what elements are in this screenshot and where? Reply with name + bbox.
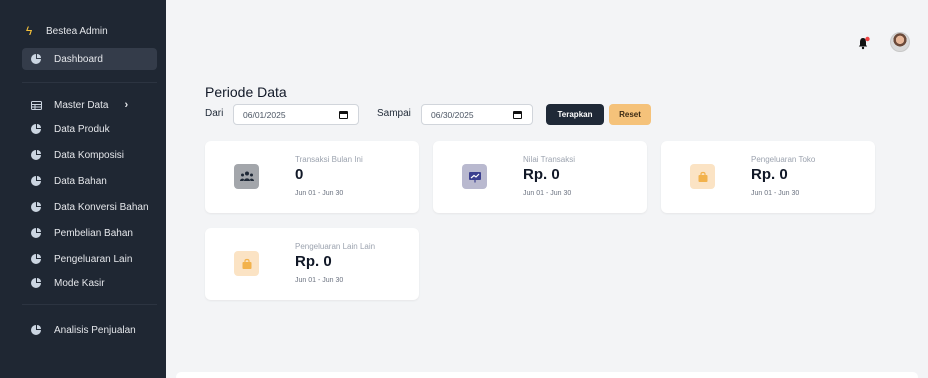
sidebar-item-master-data[interactable]: Master Data › bbox=[22, 94, 157, 116]
stat-card-transaction-value: Nilai Transaksi Rp. 0 Jun 01 - Jun 30 bbox=[433, 141, 647, 213]
bottom-panel bbox=[176, 372, 918, 378]
card-title: Pengeluaran Toko bbox=[751, 155, 816, 164]
card-title: Pengeluaran Lain Lain bbox=[295, 242, 376, 251]
pie-chart-icon bbox=[28, 254, 44, 264]
pie-chart-icon bbox=[28, 202, 44, 212]
sidebar-item-label: Master Data bbox=[54, 99, 109, 111]
card-range: Jun 01 - Jun 30 bbox=[523, 190, 572, 197]
sidebar-item-label: Dashboard bbox=[54, 53, 103, 65]
sidebar-item-dashboard[interactable]: Dashboard bbox=[22, 48, 157, 70]
sidebar-divider bbox=[22, 82, 157, 83]
sidebar-item-label: Pembelian Bahan bbox=[54, 227, 133, 239]
sidebar-item-label: Mode Kasir bbox=[54, 277, 105, 289]
to-date-value: 06/30/2025 bbox=[431, 109, 474, 120]
sidebar-item-label: Data Konversi Bahan bbox=[54, 201, 149, 213]
sidebar-item-label: Data Produk bbox=[54, 123, 110, 135]
lightning-icon: ϟ bbox=[25, 24, 33, 38]
to-date-input[interactable]: 06/30/2025 bbox=[421, 104, 533, 125]
stat-card-store-expenses: Pengeluaran Toko Rp. 0 Jun 01 - Jun 30 bbox=[661, 141, 875, 213]
sidebar-item-pembelian-bahan[interactable]: Pembelian Bahan bbox=[22, 222, 157, 244]
page-title: Periode Data bbox=[205, 84, 287, 100]
sidebar-item-label: Data Komposisi bbox=[54, 149, 125, 161]
sidebar-item-pengeluaran-lain[interactable]: Pengeluaran Lain bbox=[22, 248, 157, 270]
sidebar-item-label: Analisis Penjualan bbox=[54, 324, 136, 336]
chevron-right-icon: › bbox=[124, 99, 129, 111]
sidebar-item-data-bahan[interactable]: Data Bahan bbox=[22, 170, 157, 192]
pie-chart-icon bbox=[28, 150, 44, 160]
card-value: 0 bbox=[295, 166, 304, 183]
avatar[interactable] bbox=[890, 32, 910, 52]
from-label: Dari bbox=[205, 108, 224, 119]
table-icon bbox=[28, 100, 44, 110]
sidebar-item-data-produk[interactable]: Data Produk bbox=[22, 118, 157, 140]
sidebar-item-label: Pengeluaran Lain bbox=[54, 253, 133, 265]
brand[interactable]: ϟ Bestea Admin bbox=[22, 22, 108, 40]
card-title: Nilai Transaksi bbox=[523, 155, 576, 164]
shopping-bag-icon bbox=[690, 164, 715, 189]
pie-chart-icon bbox=[28, 124, 44, 134]
pie-chart-icon bbox=[28, 278, 44, 288]
sidebar-item-data-konversi-bahan[interactable]: Data Konversi Bahan bbox=[22, 196, 157, 218]
pie-chart-icon bbox=[28, 228, 44, 238]
chart-board-icon bbox=[462, 164, 487, 189]
card-range: Jun 01 - Jun 30 bbox=[751, 190, 800, 197]
pie-chart-icon bbox=[28, 54, 44, 64]
from-date-input[interactable]: 06/01/2025 bbox=[233, 104, 359, 125]
card-title: Transaksi Bulan Ini bbox=[295, 155, 363, 164]
shopping-bag-icon bbox=[234, 251, 259, 276]
card-range: Jun 01 - Jun 30 bbox=[295, 277, 344, 284]
card-value: Rp. 0 bbox=[751, 166, 788, 183]
sidebar-item-mode-kasir[interactable]: Mode Kasir bbox=[22, 272, 157, 294]
card-value: Rp. 0 bbox=[523, 166, 560, 183]
apply-button[interactable]: Terapkan bbox=[546, 104, 604, 125]
pie-chart-icon bbox=[28, 325, 44, 335]
stat-card-transactions: Transaksi Bulan Ini 0 Jun 01 - Jun 30 bbox=[205, 141, 419, 213]
sidebar-item-analisis-penjualan[interactable]: Analisis Penjualan bbox=[22, 319, 157, 341]
calendar-icon[interactable] bbox=[513, 111, 522, 119]
to-label: Sampai bbox=[377, 108, 411, 119]
pie-chart-icon bbox=[28, 176, 44, 186]
sidebar-item-data-komposisi[interactable]: Data Komposisi bbox=[22, 144, 157, 166]
sidebar-item-label: Data Bahan bbox=[54, 175, 107, 187]
card-value: Rp. 0 bbox=[295, 253, 332, 270]
sidebar: ϟ Bestea Admin Dashboard Master Data › D… bbox=[0, 0, 166, 378]
sidebar-divider bbox=[22, 304, 157, 305]
reset-button[interactable]: Reset bbox=[609, 104, 651, 125]
brand-name: Bestea Admin bbox=[46, 25, 108, 37]
users-icon bbox=[234, 164, 259, 189]
notification-bell-icon[interactable] bbox=[857, 36, 871, 50]
stat-card-other-expenses: Pengeluaran Lain Lain Rp. 0 Jun 01 - Jun… bbox=[205, 228, 419, 300]
from-date-value: 06/01/2025 bbox=[243, 109, 286, 120]
card-range: Jun 01 - Jun 30 bbox=[295, 190, 344, 197]
calendar-icon[interactable] bbox=[339, 111, 348, 119]
